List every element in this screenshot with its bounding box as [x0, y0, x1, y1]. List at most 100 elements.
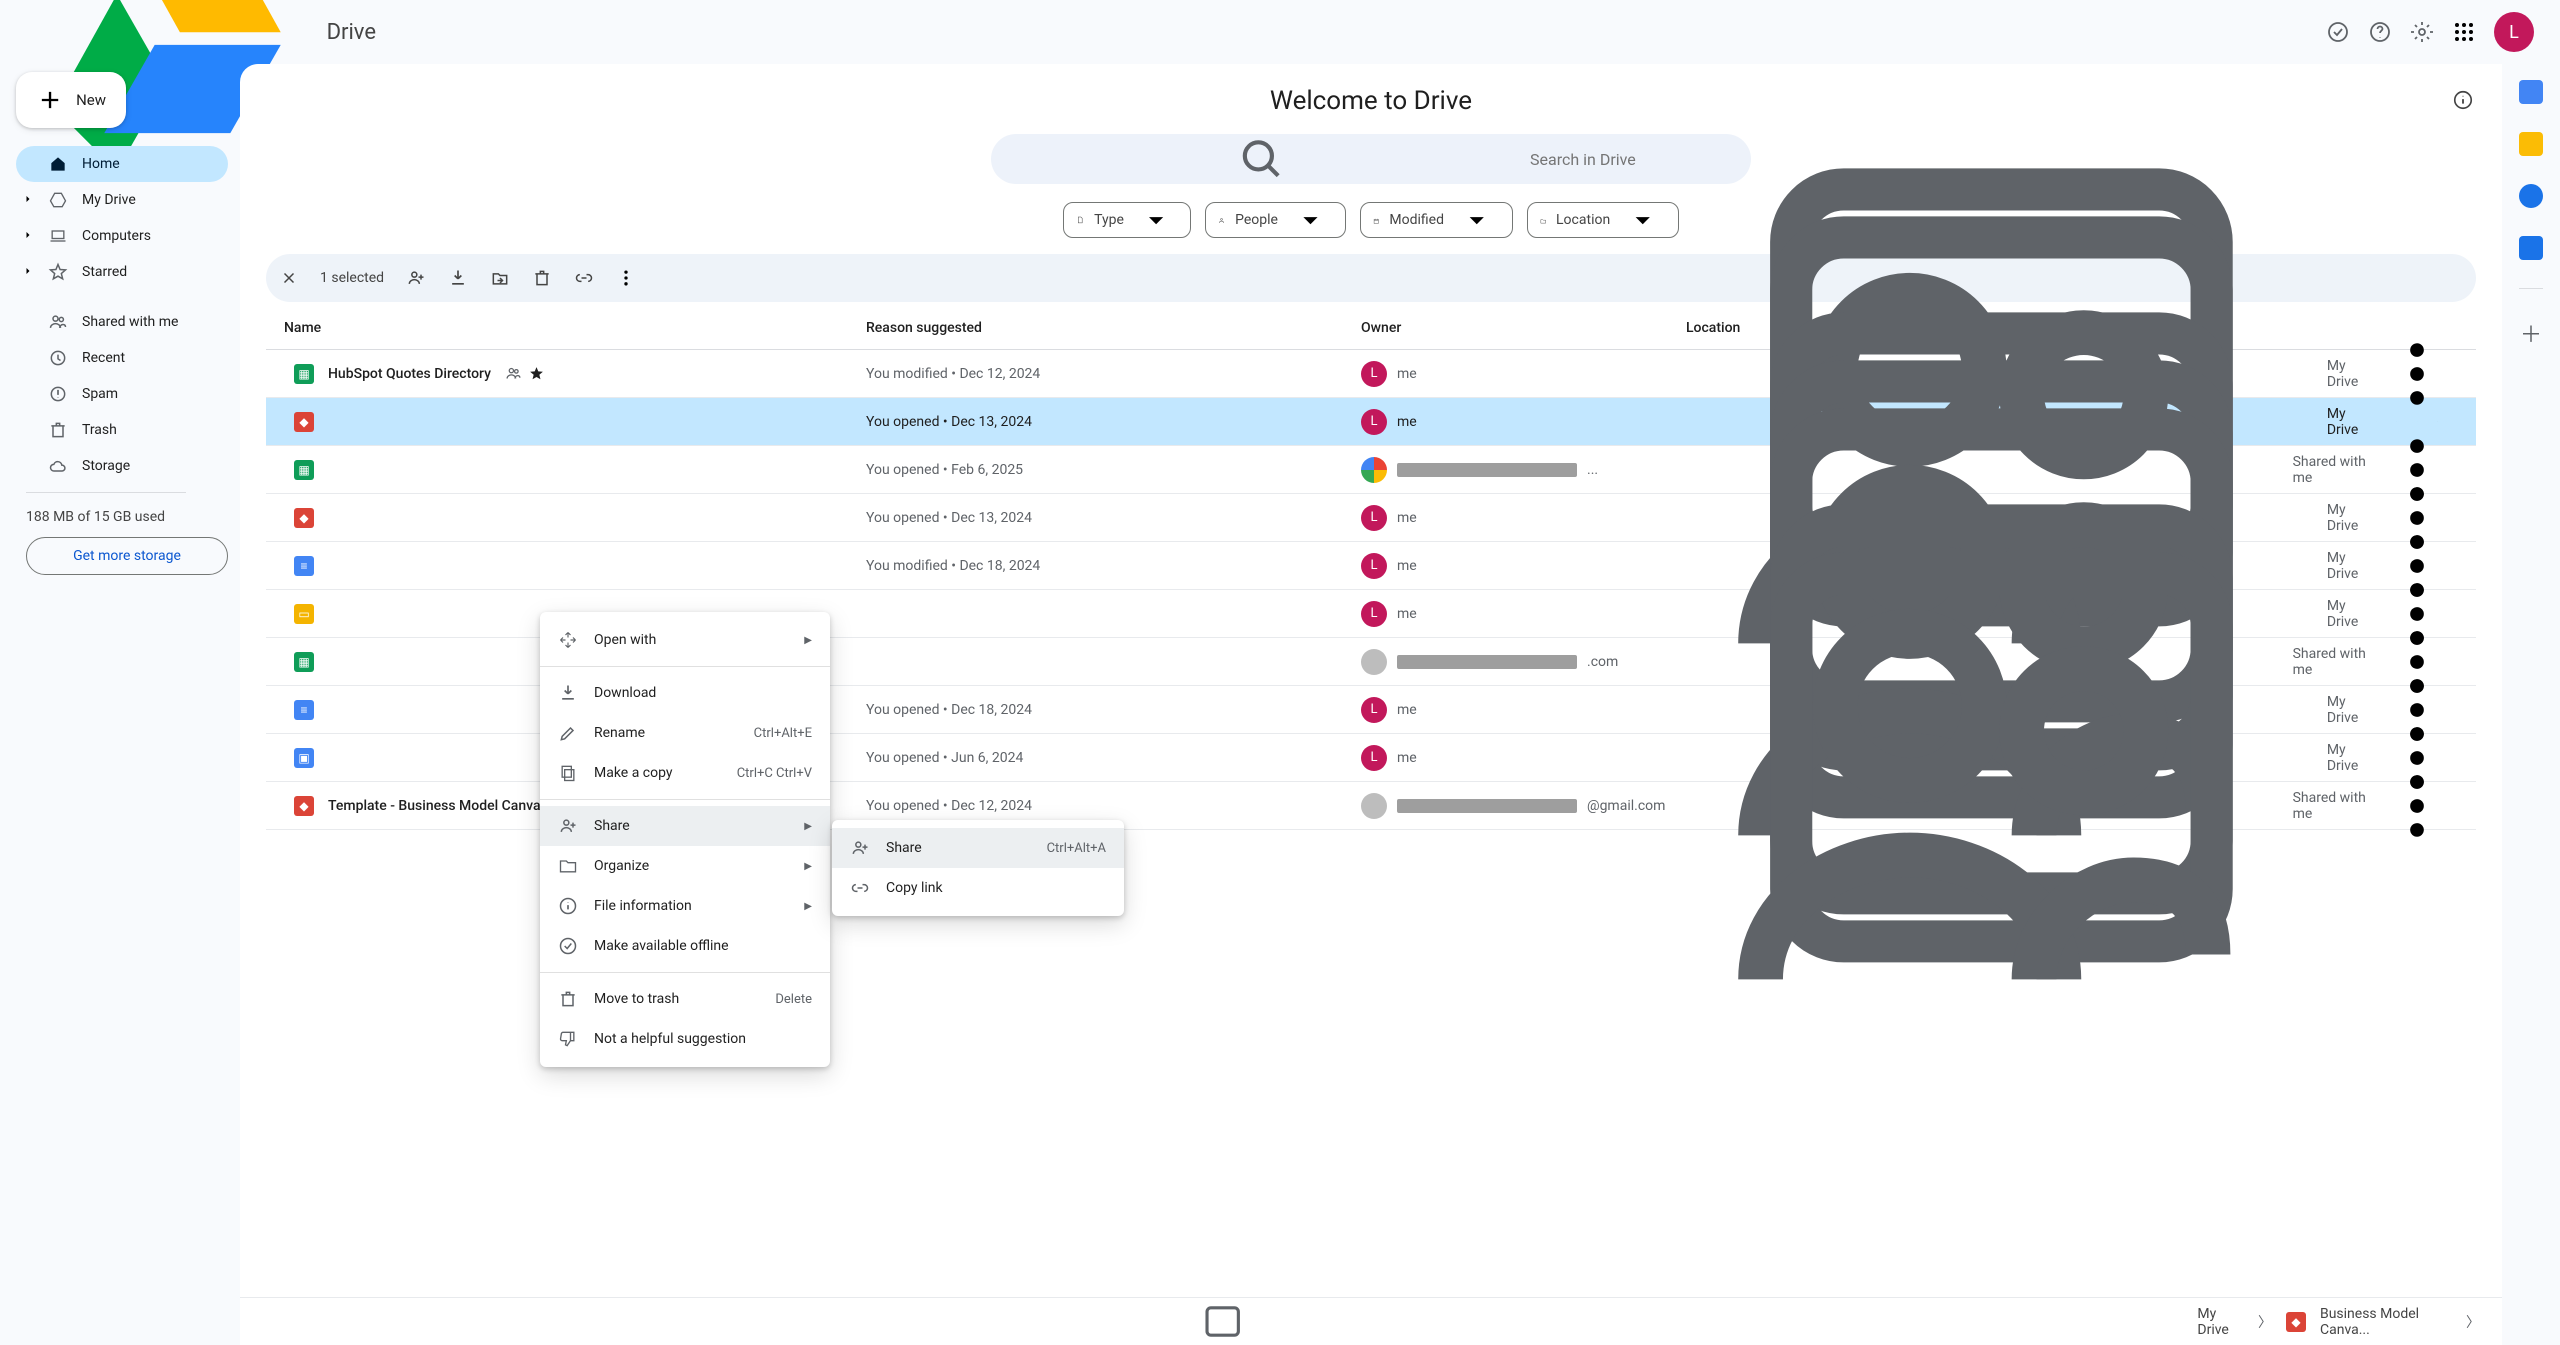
file-name: HubSpot Quotes Directory	[328, 366, 491, 382]
account-avatar[interactable]: L	[2494, 12, 2534, 52]
owner-avatar: L	[1361, 409, 1387, 435]
menu-organize[interactable]: Organize ▶	[540, 846, 830, 886]
menu-share[interactable]: Share▶	[540, 806, 830, 846]
row-more-icon[interactable]	[2376, 765, 2458, 847]
more-actions-button[interactable]	[616, 268, 636, 288]
menu-share[interactable]: ShareCtrl+Alt+A	[832, 828, 1124, 868]
header: Drive L	[0, 0, 2560, 64]
owner-name: me	[1397, 606, 1417, 622]
submenu-arrow-icon: ▶	[804, 635, 812, 646]
nav-my-drive[interactable]: My Drive	[16, 182, 228, 218]
nav-label: Shared with me	[82, 314, 178, 330]
menu-not-a-helpful-suggestion[interactable]: Not a helpful suggestion	[540, 1019, 830, 1059]
nav-home[interactable]: Home	[16, 146, 228, 182]
menu-make-a-copy[interactable]: Make a copyCtrl+C Ctrl+V	[540, 753, 830, 793]
breadcrumb-current[interactable]: Business Model Canva...	[2320, 1306, 2452, 1338]
menu-make-available-offline[interactable]: Make available offline	[540, 926, 830, 966]
tasks-app-icon[interactable]	[2519, 184, 2543, 208]
col-name[interactable]: Name	[266, 320, 866, 336]
menu-move-to-trash[interactable]: Move to trashDelete	[540, 979, 830, 1019]
menu-file-information[interactable]: File information▶	[540, 886, 830, 926]
copy-link-button[interactable]	[574, 268, 594, 288]
menu-label: Make a copy	[594, 765, 721, 781]
owner-name: me	[1397, 702, 1417, 718]
search-icon	[1009, 134, 1514, 184]
menu-shortcut: Ctrl+Alt+A	[1047, 841, 1106, 856]
nav-trash[interactable]: Trash	[16, 412, 228, 448]
file-name: Template - Business Model Canvas	[328, 798, 548, 814]
menu-label: Copy link	[886, 880, 1106, 896]
nav-label: Starred	[82, 264, 127, 280]
col-reason[interactable]: Reason suggested	[866, 320, 1361, 336]
reason-text: You opened • Dec 12, 2024	[866, 798, 1361, 814]
owner-avatar: L	[1361, 697, 1387, 723]
nav-label: My Drive	[82, 192, 136, 208]
filter-chip-modified[interactable]: Modified	[1360, 202, 1513, 238]
row-more-icon[interactable]	[2376, 333, 2458, 415]
keep-app-icon[interactable]	[2519, 132, 2543, 156]
get-storage-button[interactable]: Get more storage	[26, 537, 228, 575]
info-icon[interactable]	[2452, 88, 2474, 118]
draw-file-icon: ◆	[294, 412, 314, 432]
share-submenu: ShareCtrl+Alt+A Copy link	[832, 820, 1124, 916]
owner-suffix: .com	[1587, 654, 1618, 670]
draw-file-icon: ◆	[294, 796, 314, 816]
sheets-file-icon: ▦	[294, 460, 314, 480]
nav-shared-with-me[interactable]: Shared with me	[16, 304, 228, 340]
menu-label: Share	[594, 818, 788, 834]
clear-selection-button[interactable]	[280, 269, 298, 287]
star-icon	[48, 262, 68, 282]
menu-open-with[interactable]: Open with▶	[540, 620, 830, 660]
owner-name: me	[1397, 414, 1417, 430]
reason-text: You opened • Dec 13, 2024	[866, 510, 1361, 526]
breadcrumb-next-icon[interactable]: 〉	[2466, 1312, 2480, 1332]
download-button[interactable]	[448, 268, 468, 288]
offline-ready-icon[interactable]	[2326, 20, 2350, 44]
move-button[interactable]	[490, 268, 510, 288]
nav-spam[interactable]: Spam	[16, 376, 228, 412]
settings-icon[interactable]	[2410, 20, 2434, 44]
drive-icon	[48, 190, 68, 210]
menu-label: Organize	[594, 858, 788, 874]
selection-count: 1 selected	[320, 270, 384, 286]
docs-file-icon: ≡	[294, 556, 314, 576]
trash-icon	[48, 420, 68, 440]
menu-download[interactable]: Download	[540, 673, 830, 713]
add-app-icon[interactable]: ＋	[2520, 317, 2542, 349]
calendar-app-icon[interactable]	[2519, 80, 2543, 104]
owner-redacted	[1397, 655, 1577, 669]
open-icon	[558, 630, 578, 650]
menu-rename[interactable]: RenameCtrl+Alt+E	[540, 713, 830, 753]
col-owner[interactable]: Owner	[1361, 320, 1686, 336]
delete-button[interactable]	[532, 268, 552, 288]
sites-file-icon: ▣	[294, 748, 314, 768]
submenu-arrow-icon: ▶	[804, 861, 812, 872]
caret-down-icon	[1134, 203, 1178, 237]
breadcrumb-root[interactable]: My Drive	[2197, 1306, 2244, 1338]
rename-icon	[558, 723, 578, 743]
contacts-app-icon[interactable]	[2519, 236, 2543, 260]
nav-starred[interactable]: Starred	[16, 254, 228, 290]
reason-text: You opened • Dec 13, 2024	[866, 414, 1361, 430]
nav-recent[interactable]: Recent	[16, 340, 228, 376]
search-bar[interactable]	[991, 134, 1751, 184]
owner-avatar: L	[1361, 745, 1387, 771]
nav-computers[interactable]: Computers	[16, 218, 228, 254]
nav-label: Spam	[82, 386, 118, 402]
menu-copy-link[interactable]: Copy link	[832, 868, 1124, 908]
share-button[interactable]	[406, 268, 426, 288]
apps-icon[interactable]	[2452, 20, 2476, 44]
filter-chip-type[interactable]: Type	[1063, 202, 1191, 238]
filter-chip-location[interactable]: Location	[1527, 202, 1679, 238]
expand-icon	[22, 193, 34, 208]
owner-avatar	[1361, 649, 1387, 675]
sheets-file-icon: ▦	[294, 364, 314, 384]
new-button[interactable]: New	[16, 72, 126, 128]
help-icon[interactable]	[2368, 20, 2392, 44]
owner-redacted	[1397, 799, 1577, 813]
filter-chip-people[interactable]: People	[1205, 202, 1346, 238]
nav-label: Recent	[82, 350, 125, 366]
drive-box-icon	[262, 1298, 2183, 1345]
nav-storage[interactable]: Storage	[16, 448, 228, 484]
expand-icon	[22, 229, 34, 244]
